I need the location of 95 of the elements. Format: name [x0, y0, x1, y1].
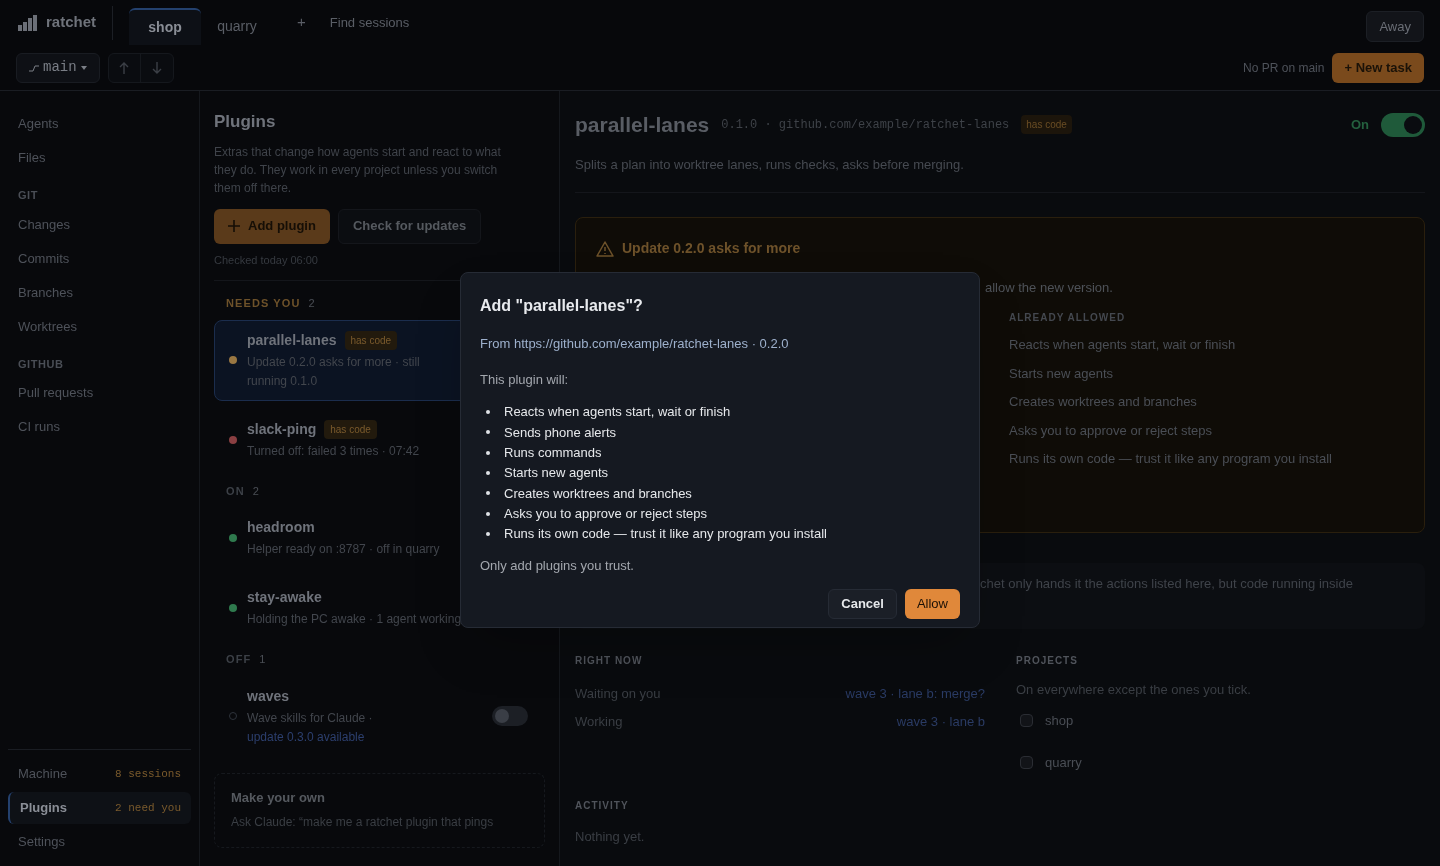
sidebar-item[interactable]: Branches	[8, 275, 191, 310]
bullet-icon	[486, 511, 490, 516]
add-plugin-button[interactable]: Add plugin	[214, 208, 330, 244]
panel-title: Plugins	[214, 111, 277, 133]
code-tag: has code	[344, 330, 398, 350]
plugin-status: Turned off: failed 3 times · 07:42	[247, 442, 420, 460]
checkbox[interactable]	[1020, 714, 1033, 727]
plugin-status: Holding the PC awake · 1 agent working	[247, 611, 462, 628]
plugin-status: Wave skills for Claude · update 0.3.0 available	[247, 709, 374, 746]
section-heading: ACTIVITY	[575, 798, 630, 813]
plugin-title: parallel-lanes	[575, 112, 710, 138]
plugin-name: headroom	[247, 518, 315, 537]
sidebar-item[interactable]: Agents	[8, 107, 191, 141]
lane-link[interactable]: wave 3 · lane b: merge?	[845, 684, 985, 704]
sidebar-item[interactable]: Pull requests	[8, 376, 191, 410]
allowed-item: Reacts when agents start, wait or finish	[1009, 336, 1237, 354]
group-heading: OFF	[226, 652, 252, 667]
allowed-item: Creates worktrees and branches	[1009, 393, 1198, 411]
bullet-icon	[486, 450, 490, 455]
allow-button[interactable]: Allow	[904, 588, 960, 619]
sidebar-item[interactable]: CI runs	[8, 410, 191, 444]
branch-icon	[29, 63, 39, 72]
card-title: Make your own	[231, 788, 326, 807]
sidebar-item[interactable]: Settings	[8, 826, 191, 858]
bullet-icon	[486, 491, 490, 496]
group-heading: NEEDS YOU	[226, 296, 301, 311]
caret-icon	[80, 65, 87, 70]
plus-icon	[228, 220, 240, 232]
permission-item: Asks you to approve or reject steps	[504, 504, 708, 523]
plugin-meta: 0.1.0 · github.com/example/ratchet-lanes	[721, 116, 1010, 134]
plugin-description: Splits a plan into worktree lanes, runs checks, asks before merging.	[575, 155, 965, 174]
away-button[interactable]: Away	[1366, 10, 1424, 43]
new-tab-button[interactable]: +	[297, 11, 306, 34]
bars-logo-icon	[18, 14, 38, 31]
branch-selector[interactable]: main	[16, 52, 100, 83]
panel-description: Extras that change how agents start and react to what they do. They work in every project unless you switch them off there.	[214, 143, 502, 197]
cancel-button[interactable]: Cancel	[828, 588, 897, 619]
sidebar-item[interactable]: Commits	[8, 241, 191, 276]
allowed-item: Runs its own code — trust it like any program you install	[1009, 450, 1333, 468]
toggle-label: On	[1350, 116, 1369, 134]
permission-item: Runs its own code — trust it like any program you install	[504, 525, 827, 544]
session-tab[interactable]: shop	[129, 8, 202, 45]
lane-link[interactable]: wave 3 · lane b	[896, 712, 985, 732]
plugin-name: slack-ping	[247, 419, 317, 439]
sidebar-item[interactable]: Machine 8 sessions	[8, 758, 191, 790]
new-task-button[interactable]: + New task	[1332, 52, 1424, 83]
plugin-name: waves	[247, 686, 290, 706]
section-heading: GIT	[17, 188, 39, 203]
allowed-item: Asks you to approve or reject steps	[1009, 421, 1214, 440]
pr-status: No PR on main	[1243, 59, 1325, 77]
permission-item: Starts new agents	[504, 464, 609, 483]
checkbox[interactable]	[1020, 756, 1033, 769]
section-heading: PROJECTS	[1016, 654, 1079, 668]
arrow-down-icon	[151, 61, 162, 74]
plugin-name: parallel-lanes	[247, 330, 337, 350]
allowed-item: Starts new agents	[1009, 364, 1115, 383]
section-heading: GITHUB	[17, 356, 65, 372]
sidebar-item[interactable]: Files	[8, 141, 191, 175]
dialog-footnote: Only add plugins you trust.	[480, 557, 635, 576]
project-name: shop	[1045, 711, 1074, 730]
group-heading: ON	[226, 483, 245, 499]
bullet-icon	[486, 410, 490, 415]
toggle-switch[interactable]	[492, 706, 528, 726]
section-heading: RIGHT NOW	[575, 654, 644, 668]
permission-item: Sends phone alerts	[504, 423, 617, 442]
bullet-icon	[486, 471, 490, 476]
project-name: quarry	[1045, 753, 1082, 772]
sidebar-item[interactable]: Worktrees	[8, 309, 191, 344]
session-tab[interactable]: quarry	[201, 8, 274, 45]
toggle-switch[interactable]	[1381, 112, 1425, 137]
arrow-up-icon	[119, 61, 130, 74]
update-link[interactable]: update 0.3.0 available	[247, 729, 365, 744]
dialog-title: Add "parallel-lanes"?	[480, 296, 644, 316]
permission-item: Reacts when agents start, wait or finish	[504, 403, 731, 422]
permission-item: Runs commands	[504, 444, 602, 462]
app-name: ratchet	[46, 5, 114, 40]
check-updates-button[interactable]: Check for updates	[337, 208, 482, 244]
warning-title: Update 0.2.0 asks for more	[622, 239, 801, 258]
bullet-icon	[486, 430, 490, 435]
sidebar-item[interactable]: Changes	[8, 207, 191, 242]
permission-item: Creates worktrees and branches	[504, 484, 692, 503]
allowed-heading: ALREADY ALLOWED	[1009, 310, 1127, 325]
plugin-name: stay-awake	[247, 588, 322, 607]
plugin-row[interactable]: waves Wave skills for Claude · update 0.3.0 available	[214, 675, 545, 757]
warning-icon	[596, 240, 614, 257]
find-sessions-link[interactable]: Find sessions	[329, 12, 410, 33]
code-tag: has code	[1021, 115, 1072, 135]
code-tag: has code	[324, 419, 377, 439]
group-count: 2	[252, 483, 259, 499]
plugin-row[interactable]: stay-awake Holding the PC awake · 1 agent working	[214, 577, 545, 639]
bullet-icon	[486, 531, 490, 536]
sidebar-item[interactable]: Plugins 2 need you	[8, 792, 191, 824]
group-count: 2	[308, 296, 315, 311]
group-count: 1	[259, 652, 266, 667]
warning-text: allow the new version.	[985, 279, 1114, 297]
